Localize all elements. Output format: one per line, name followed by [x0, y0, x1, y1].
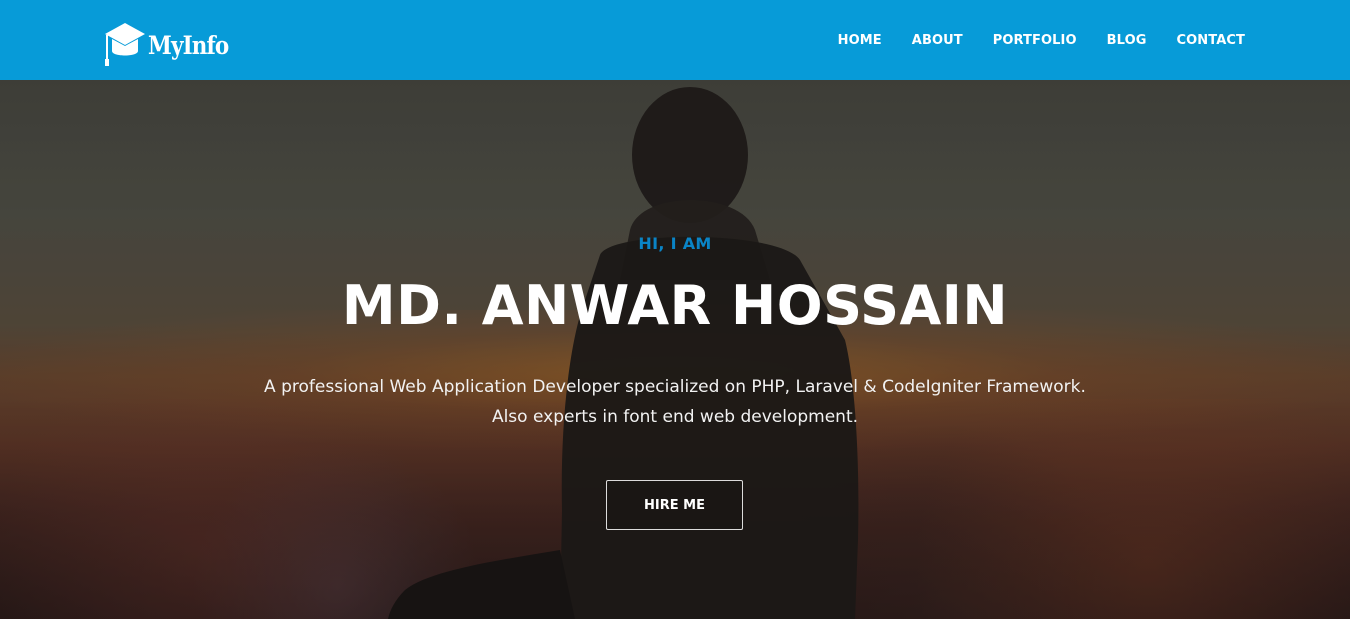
- nav-portfolio[interactable]: PORTFOLIO: [993, 33, 1077, 48]
- hero-section: HI, I AM MD. ANWAR HOSSAIN A professiona…: [0, 80, 1350, 619]
- brand-name: MyInfo: [148, 30, 229, 60]
- hero-name: MD. ANWAR HOSSAIN: [341, 274, 1009, 337]
- nav-blog[interactable]: BLOG: [1107, 33, 1147, 48]
- brand-logo[interactable]: MyInfo: [104, 18, 244, 72]
- hero-description: A professional Web Application Developer…: [175, 372, 1175, 432]
- graduation-cap-icon: [105, 23, 145, 66]
- nav-contact[interactable]: CONTACT: [1177, 33, 1246, 48]
- hire-me-button[interactable]: HIRE ME: [606, 480, 743, 530]
- hero-description-line-1: A professional Web Application Developer…: [264, 377, 1086, 397]
- hero-overlay: [0, 80, 1350, 619]
- top-navbar: MyInfo HOME ABOUT PORTFOLIO BLOG CONTACT: [0, 0, 1350, 80]
- nav-about[interactable]: ABOUT: [912, 33, 963, 48]
- hero-intro: HI, I AM: [638, 234, 712, 253]
- page: MyInfo HOME ABOUT PORTFOLIO BLOG CONTACT…: [0, 0, 1350, 619]
- main-nav: HOME ABOUT PORTFOLIO BLOG CONTACT: [808, 0, 1245, 80]
- nav-home[interactable]: HOME: [838, 33, 882, 48]
- hero-description-line-2: Also experts in font end web development…: [491, 407, 859, 427]
